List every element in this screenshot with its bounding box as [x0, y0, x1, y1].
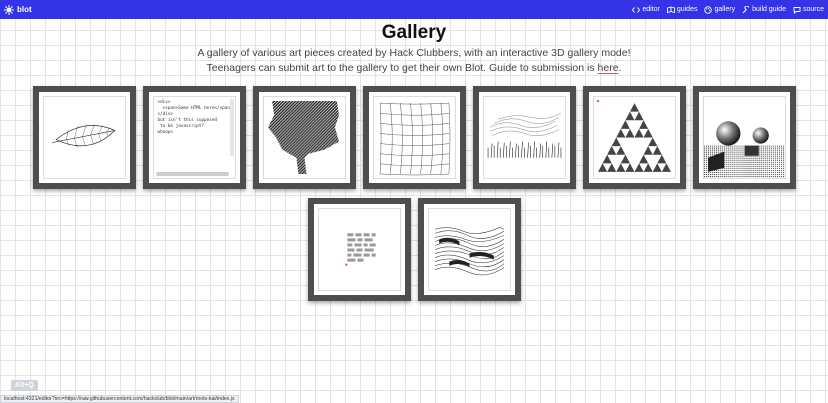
gallery-item-leaf[interactable] [32, 86, 136, 189]
grid-drawing [379, 102, 450, 176]
description-text: Teenagers can submit art to the gallery … [206, 62, 598, 74]
gallery-row-2 [0, 198, 828, 301]
nav-gallery[interactable]: gallery [704, 5, 736, 14]
nav-editor-label: editor [642, 6, 660, 13]
nav-links: editor guides gallery build guide source [632, 5, 824, 14]
artwork-code: <div> <span>Some HTML here</span> </div>… [152, 96, 236, 179]
status-url: localhost:4321/editor?src=https://raw.gi… [0, 395, 239, 403]
submission-guide-link[interactable]: here [598, 62, 619, 74]
description-line-2: Teenagers can submit art to the gallery … [0, 61, 828, 76]
gallery-item-roots[interactable] [417, 198, 521, 301]
gallery-item-grid[interactable] [362, 86, 466, 189]
nav-gallery-label: gallery [714, 6, 736, 13]
palette-icon [704, 5, 713, 14]
nav-editor[interactable]: editor [632, 6, 660, 14]
nav-source-label: source [802, 6, 824, 13]
gallery-item-spheres[interactable] [692, 86, 796, 189]
leaf-drawing [51, 124, 115, 148]
shortcut-hint: Alt+Q [11, 380, 38, 391]
brand-name: blot [17, 5, 32, 14]
roots-drawing [434, 226, 504, 276]
brand-link[interactable]: blot [4, 4, 32, 15]
gallery-item-code[interactable]: <div> <span>Some HTML here</span> </div>… [142, 86, 246, 189]
nav-build-guide[interactable]: build guide [742, 5, 786, 14]
spheres-drawing [703, 97, 785, 178]
artwork-blocks [317, 208, 401, 291]
page-title: Gallery [381, 22, 447, 43]
artwork-leaf [42, 96, 126, 179]
gallery-row-1: <div> <span>Some HTML here</span> </div>… [0, 86, 828, 189]
page-description: A gallery of various art pieces created … [0, 46, 828, 76]
grass-drawing [487, 113, 561, 158]
tree-drawing [267, 101, 339, 174]
triangle-drawing [596, 99, 671, 172]
gallery-item-triangle[interactable] [582, 86, 686, 189]
nav-guides[interactable]: guides [666, 6, 698, 14]
blocks-drawing [344, 233, 376, 266]
top-navbar: blot editor guides gallery build guide s… [0, 0, 828, 19]
vertical-scrollbar[interactable] [229, 99, 234, 156]
wrench-icon [742, 5, 750, 13]
gallery-item-tree[interactable] [252, 86, 356, 189]
description-period: . [618, 62, 622, 74]
horizontal-scrollbar[interactable] [155, 172, 229, 176]
artwork-grass [482, 96, 566, 179]
book-icon [666, 6, 675, 13]
artwork-grid [372, 96, 456, 179]
gallery-item-blocks[interactable] [307, 198, 411, 301]
nav-source[interactable]: source [793, 6, 824, 14]
gallery-grid: <div> <span>Some HTML here</span> </div>… [0, 86, 828, 310]
nav-build-guide-label: build guide [752, 6, 786, 13]
artwork-triangle [592, 96, 676, 179]
gallery-item-grass[interactable] [472, 86, 576, 189]
artwork-spheres [702, 96, 786, 179]
code-icon [632, 6, 641, 13]
blot-logo-icon [4, 4, 14, 15]
description-line-1: A gallery of various art pieces created … [197, 47, 631, 59]
chat-icon [793, 6, 801, 14]
artwork-roots [427, 208, 511, 291]
artwork-tree [262, 96, 346, 179]
nav-guides-label: guides [676, 6, 698, 13]
